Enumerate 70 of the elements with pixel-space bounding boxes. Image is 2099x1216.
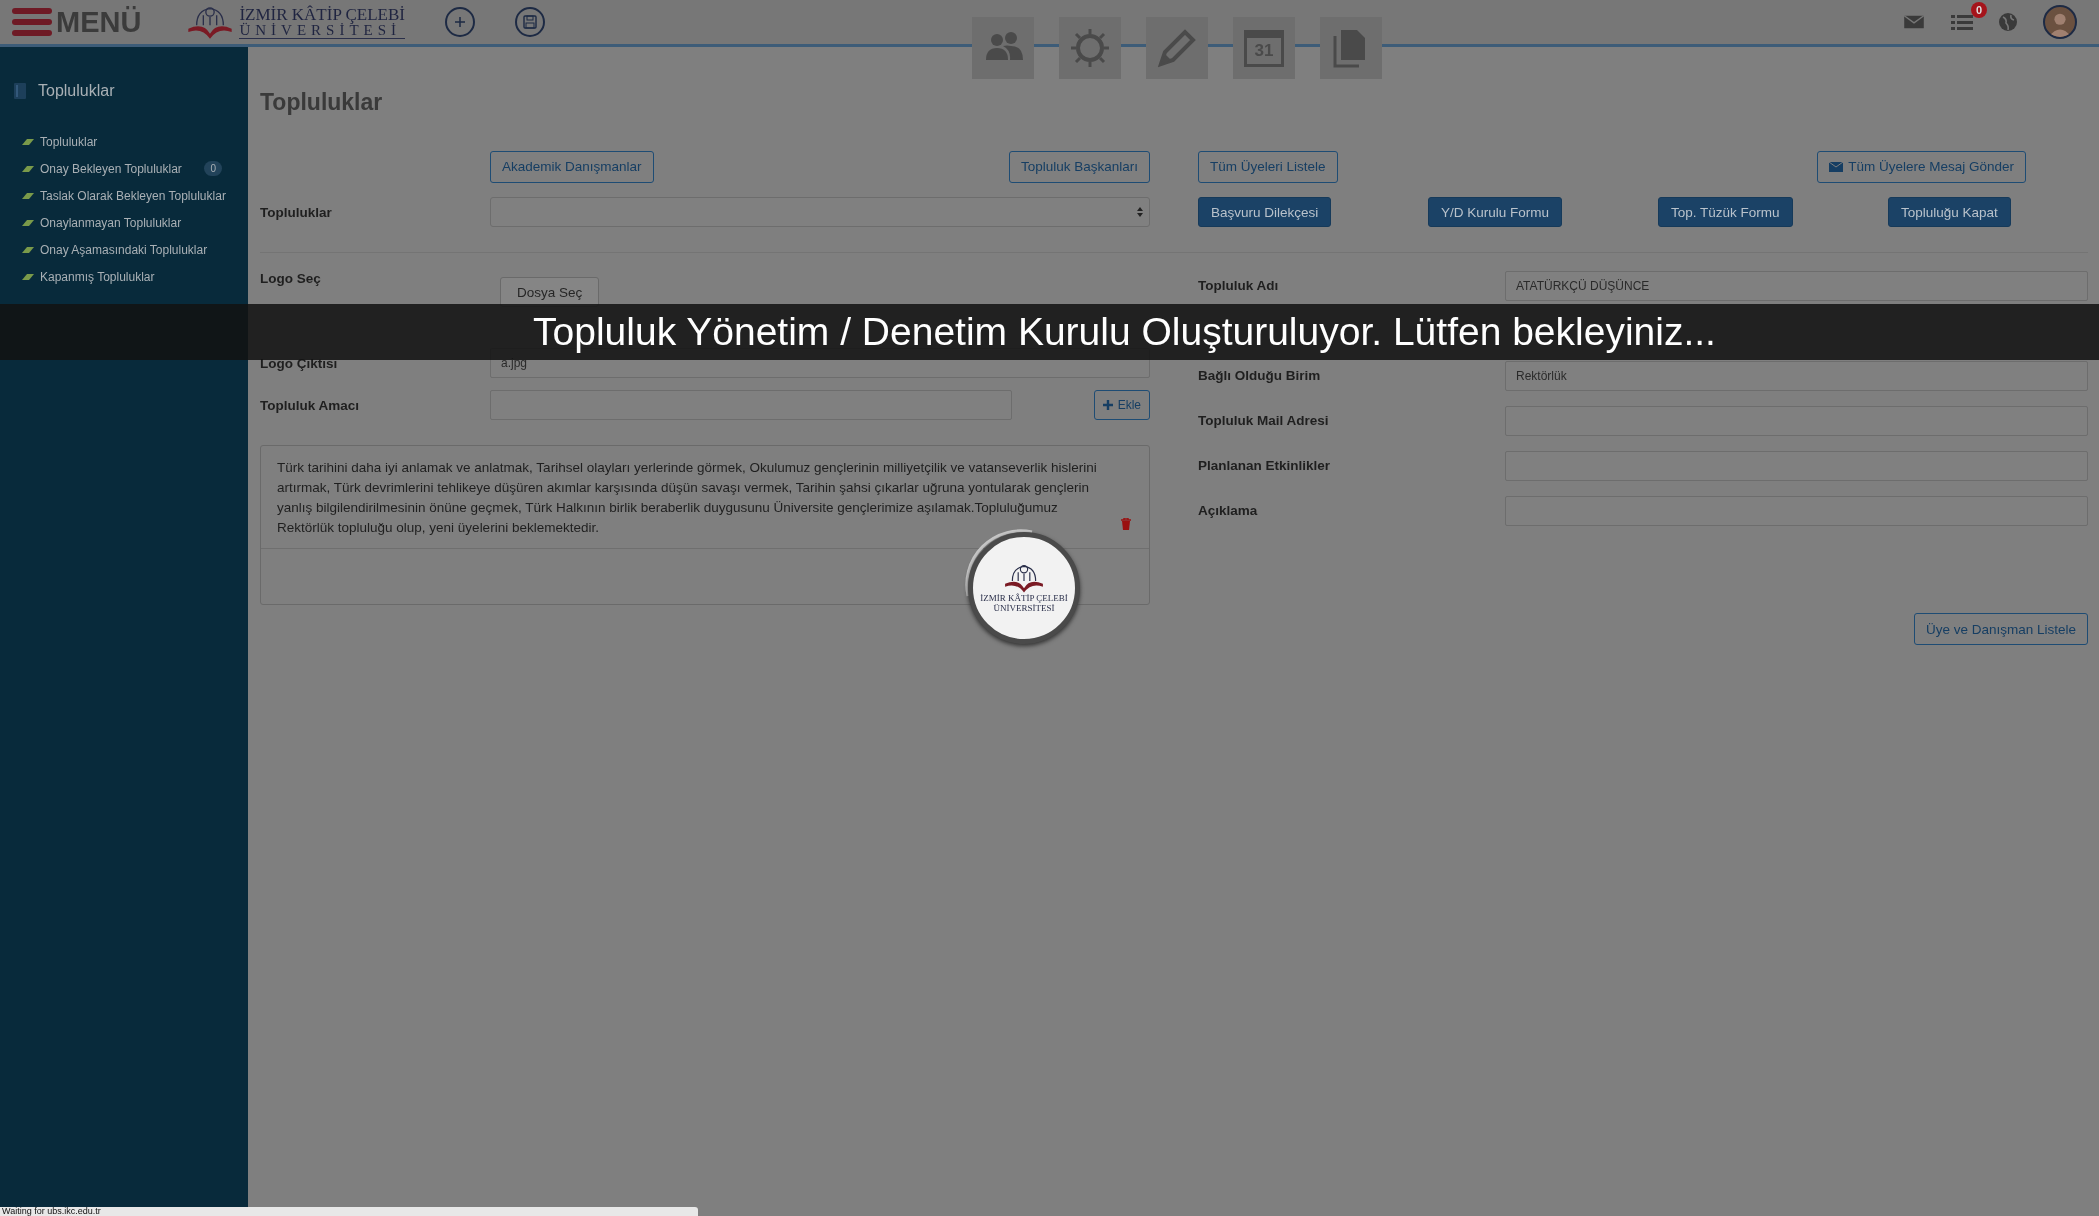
- sidebar-item[interactable]: Onay Aşamasındaki Topluluklar: [0, 236, 248, 263]
- text-field[interactable]: Rektörlük: [1505, 360, 2088, 391]
- action-button[interactable]: Topluluğu Kapat: [1888, 197, 2011, 227]
- action-button[interactable]: Y/D Kurulu Formu: [1428, 197, 1563, 227]
- menu-button[interactable]: MENÜ: [12, 5, 142, 39]
- plus-icon: [453, 16, 466, 28]
- sidebar-item[interactable]: Taslak Olarak Bekleyen Topluluklar: [0, 182, 248, 209]
- add-button[interactable]: Ekle: [1093, 390, 1150, 420]
- page-title: Topluluklar: [260, 89, 384, 117]
- globe-icon: [1999, 13, 2017, 31]
- plus-icon: [1102, 400, 1113, 410]
- field-label: Planlanan Etkinlikler: [1198, 458, 1332, 473]
- field-label: Bağlı Olduğu Birim: [1198, 368, 1322, 383]
- field-label: Logo Çıktısı: [260, 355, 339, 371]
- field-label: Topluluklar: [260, 204, 333, 220]
- field-label: Logo Seç: [260, 271, 322, 286]
- list-icon: [1951, 13, 1973, 31]
- save-icon: [522, 15, 537, 29]
- outline-button[interactable]: Topluluk Başkanları: [1008, 150, 1150, 183]
- menu-icon: [12, 6, 52, 38]
- trash-icon[interactable]: [1121, 518, 1131, 530]
- sidebar-item[interactable]: Onaylanmayan Topluluklar: [0, 209, 248, 236]
- outline-button[interactable]: Tüm Üyelere Mesaj Gönder: [1817, 150, 2026, 183]
- outline-button[interactable]: Üye ve Danışman Listele: [1913, 613, 2088, 645]
- outline-button[interactable]: Akademik Danışmanlar: [490, 150, 654, 183]
- logo-text: ÜNİVERSİTESİ: [239, 22, 402, 38]
- sun-icon: [1070, 28, 1110, 68]
- sort-arrows-icon: [1137, 207, 1143, 217]
- field-label: Topluluk Amacı: [260, 397, 360, 413]
- sidebar-item[interactable]: Topluluklar: [0, 128, 248, 155]
- file-button[interactable]: Dosya Seç: [500, 277, 600, 307]
- language-button[interactable]: [1999, 13, 2017, 31]
- notification-badge: 0: [1970, 1, 1987, 18]
- field-label: Topluluk Adı: [1198, 278, 1280, 293]
- status-text: Waiting for ubs.ikc.edu.tr: [1, 1207, 102, 1216]
- eraser-icon: [22, 272, 34, 281]
- field-label: Topluluk Mail Adresi: [1198, 413, 1330, 428]
- eraser-icon: [22, 191, 34, 200]
- action-button[interactable]: Top. Tüzük Formu: [1658, 197, 1793, 227]
- add-button[interactable]: [444, 7, 475, 37]
- field-label: Açıklama: [1198, 503, 1259, 518]
- toolbar-tile[interactable]: [1059, 17, 1121, 79]
- action-button[interactable]: Başvuru Dilekçesi: [1198, 197, 1332, 227]
- count-badge: 0: [204, 161, 222, 176]
- logo-text: İZMİR KÂTİP ÇELEBİ: [980, 594, 1068, 604]
- eraser-icon: [22, 245, 34, 254]
- community-select[interactable]: [490, 197, 1150, 227]
- mail-icon: [1829, 161, 1844, 172]
- toolbar-tile[interactable]: [1320, 17, 1382, 79]
- pencil-icon: [1157, 28, 1197, 68]
- toolbar-tile[interactable]: [1146, 17, 1208, 79]
- save-button[interactable]: [514, 7, 545, 37]
- eraser-icon: [22, 164, 34, 173]
- list-button[interactable]: [1951, 13, 1973, 31]
- logo-text: İZMİR KÂTİP ÇELEBİ: [239, 5, 405, 23]
- mail-button[interactable]: [1903, 14, 1925, 30]
- logo-text: ÜNİVERSİTESİ: [993, 604, 1055, 614]
- avatar[interactable]: [2043, 5, 2077, 39]
- outline-button[interactable]: Tüm Üyeleri Listele: [1198, 150, 1338, 183]
- sidebar-item[interactable]: Onay Bekleyen Topluluklar 0: [0, 155, 248, 182]
- toolbar-tile[interactable]: [972, 17, 1034, 79]
- eraser-icon: [22, 137, 34, 146]
- sidebar-title: Topluluklar: [38, 82, 115, 100]
- sidebar-item[interactable]: Kapanmış Topluluklar: [0, 263, 248, 290]
- text-field[interactable]: ATATÜRKÇÜ DÜŞÜNCE: [1505, 270, 2088, 301]
- university-logo-icon: [1002, 562, 1046, 595]
- mail-icon: [1903, 14, 1925, 30]
- eraser-icon: [22, 218, 34, 227]
- book-icon: [14, 83, 26, 99]
- purpose-text: Türk tarihini daha iyi anlamak ve anlatmak, Tarihsel olayları yerlerinde görmek, Okulumuz gençlerinin milliyetçilik ve vatanseverlik hislerini artırmak, Türk devrimlerini tehlikeye düşüren akımlar karşısında düşün savaşı vermek, Tarihin şahsi çıkarlar uğruna yontularak gençlerin yanlış bilgilendirilmesinin önüne geçmek, Türk Halkının birlik beraberlik duygusunu Üniversite gençlerimize aşılamak.Topluluğumuz Rektörlük topluluğu olup, yeni üyelerini beklemektedir.: [277, 459, 1098, 537]
